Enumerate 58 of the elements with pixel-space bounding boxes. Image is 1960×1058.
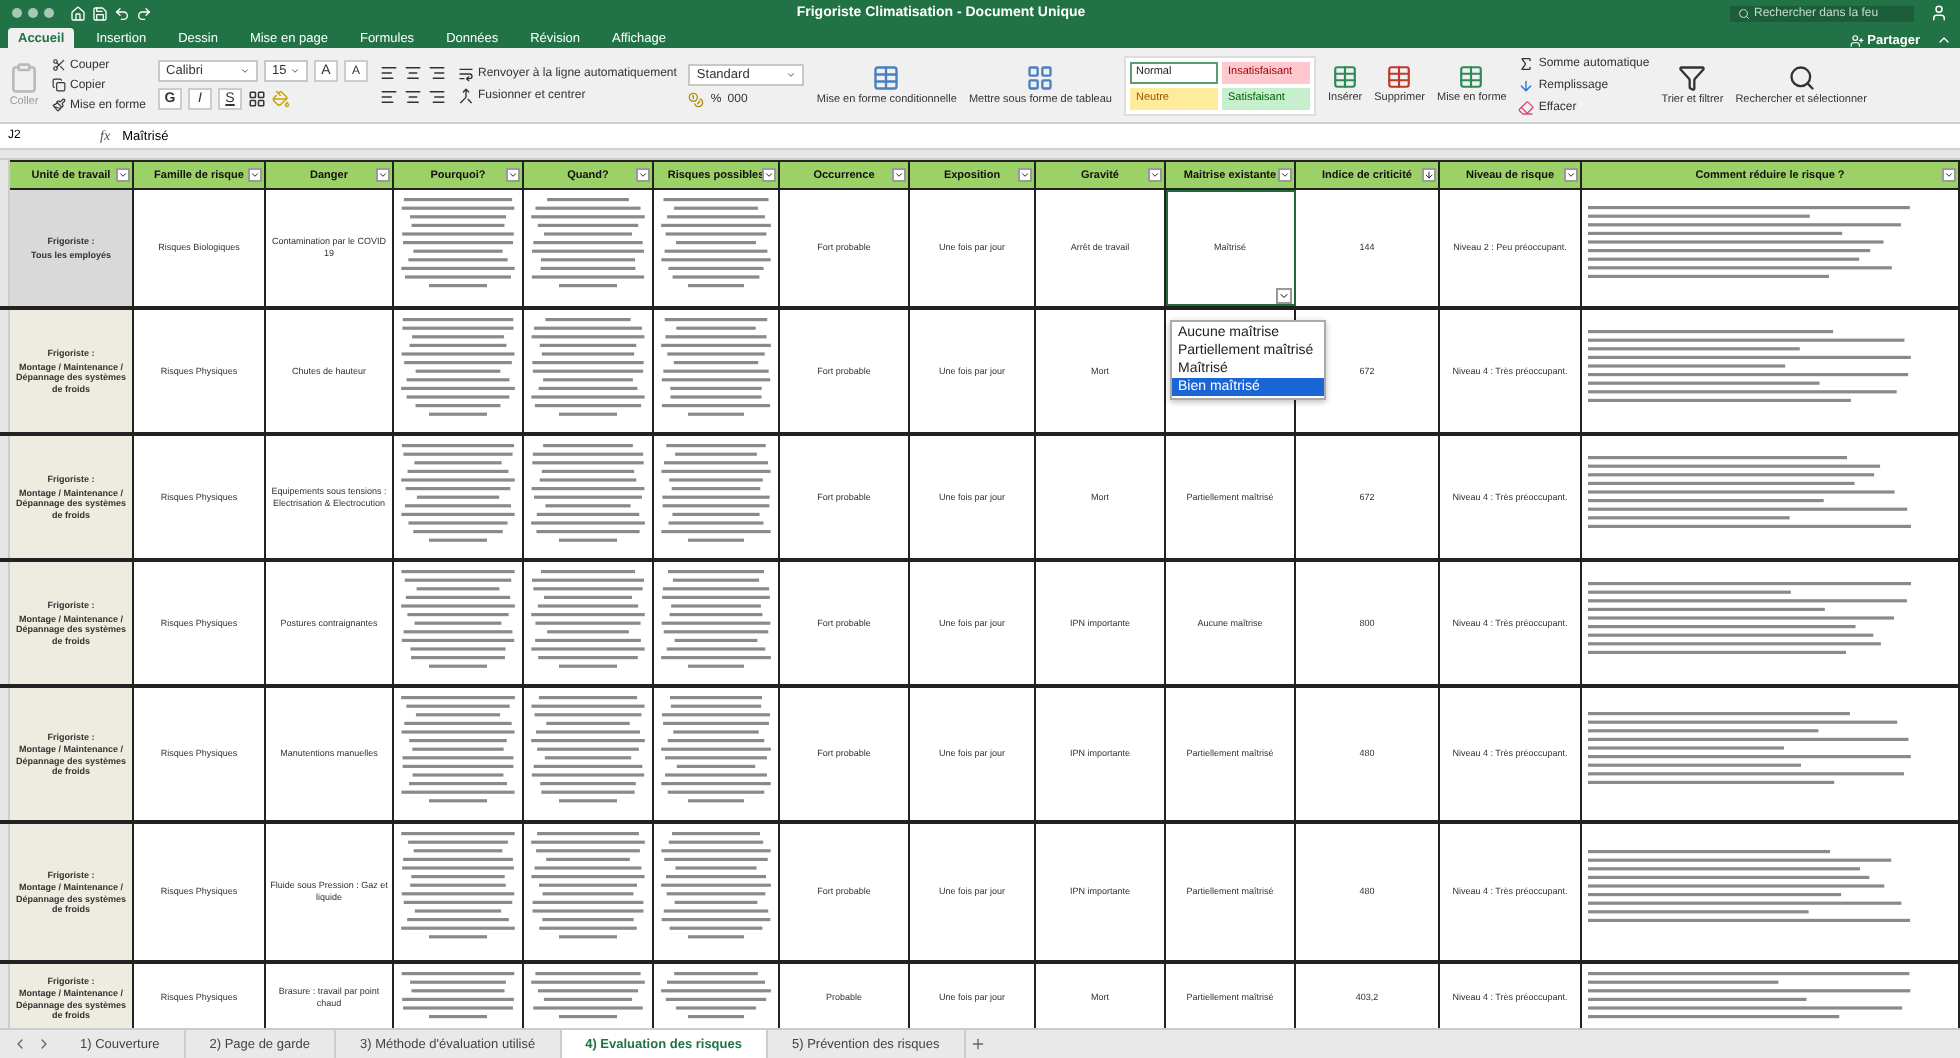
collapse-icon[interactable] xyxy=(1936,32,1952,48)
copy-icon xyxy=(52,78,66,92)
wrap-text-icon xyxy=(458,66,475,82)
chevron-down-icon xyxy=(250,170,260,180)
table-icon xyxy=(1332,64,1359,91)
window-minimize-button[interactable] xyxy=(28,8,38,18)
sigma-icon xyxy=(1518,55,1535,71)
save-icon[interactable] xyxy=(92,5,108,21)
chevron-down-icon xyxy=(894,170,904,180)
user-plus-icon xyxy=(1849,34,1864,48)
coins-icon[interactable] xyxy=(688,91,705,107)
chevron-left-icon xyxy=(12,1036,28,1052)
dropdown-button[interactable] xyxy=(1276,288,1292,304)
arrow-down-icon xyxy=(1518,77,1535,93)
chevron-down-icon xyxy=(290,66,301,76)
eraser-icon xyxy=(1518,99,1535,115)
table-icon xyxy=(1386,64,1413,91)
sort-down-icon xyxy=(1424,170,1434,180)
clipboard-icon xyxy=(8,61,40,94)
chevron-down-icon xyxy=(118,170,128,180)
align-right-icon[interactable] xyxy=(428,88,447,106)
fill-color-icon[interactable] xyxy=(272,90,291,108)
chevron-down-icon xyxy=(1150,170,1160,180)
chevron-down-icon xyxy=(1280,170,1290,180)
undo-icon[interactable] xyxy=(114,5,130,21)
table-icon xyxy=(872,63,901,92)
chevron-down-icon xyxy=(1020,170,1030,180)
window-close-button[interactable] xyxy=(12,8,22,18)
table-icon xyxy=(1458,64,1485,91)
chevron-down-icon xyxy=(1278,290,1290,302)
search-icon xyxy=(1738,7,1750,19)
chevron-right-icon xyxy=(36,1036,52,1052)
align-top-icon[interactable] xyxy=(380,64,399,82)
grid-icon xyxy=(1026,63,1055,92)
borders-icon[interactable] xyxy=(248,90,267,108)
account-icon[interactable] xyxy=(1930,4,1948,22)
chevron-down-icon xyxy=(378,170,388,180)
window-zoom-button[interactable] xyxy=(44,8,54,18)
filter-icon xyxy=(1678,63,1707,92)
align-center-icon[interactable] xyxy=(404,88,423,106)
chevron-down-icon xyxy=(508,170,518,180)
chevron-down-icon xyxy=(240,66,251,76)
chevron-down-icon xyxy=(786,69,797,79)
paintbrush-icon xyxy=(52,98,66,112)
scissors-icon xyxy=(52,58,66,72)
align-bottom-icon[interactable] xyxy=(428,64,447,82)
search-icon xyxy=(1787,63,1816,92)
chevron-down-icon xyxy=(1566,170,1576,180)
chevron-down-icon xyxy=(764,170,774,180)
chevron-down-icon xyxy=(638,170,648,180)
chevron-down-icon xyxy=(1944,170,1954,180)
redo-icon[interactable] xyxy=(136,5,152,21)
plus-icon xyxy=(969,1036,986,1052)
filter-button[interactable] xyxy=(1422,168,1436,182)
align-left-icon[interactable] xyxy=(380,88,399,106)
align-middle-icon[interactable] xyxy=(404,64,423,82)
merge-icon xyxy=(458,88,475,104)
home-icon[interactable] xyxy=(70,5,86,21)
